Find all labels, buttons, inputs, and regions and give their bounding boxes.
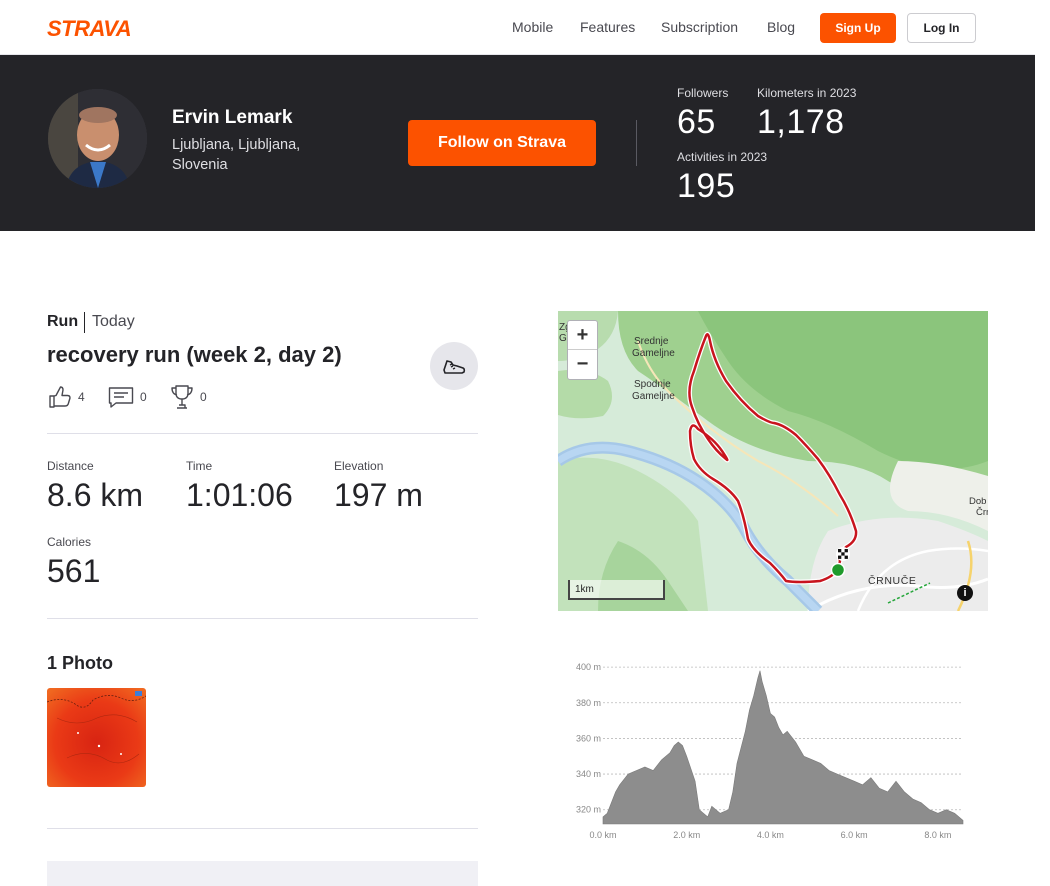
achievements-count: 0 (200, 390, 207, 404)
kudos-count: 4 (78, 390, 85, 404)
time-label: Time (186, 459, 213, 473)
elevation-label: Elevation (334, 459, 384, 473)
thumbs-up-icon (49, 386, 71, 408)
route-map[interactable]: Srednje Gameljne Spodnje Gameljne ČRNUČE… (558, 311, 988, 611)
activity-title: recovery run (week 2, day 2) (47, 342, 342, 367)
map-label-gameljne: Gameljne (632, 391, 675, 402)
map-label-srednje: Srednje (634, 336, 669, 347)
athlete-header: Ervin Lemark Ljubljana, Ljubljana, Slove… (0, 55, 1035, 231)
section-divider (47, 618, 478, 619)
elevation-value: 197 m (334, 477, 423, 513)
nav-link-subscription[interactable]: Subscription (661, 19, 738, 35)
followers-value: 65 (677, 103, 716, 141)
comments-box (47, 861, 478, 886)
map-label-spodnje: Spodnje (634, 379, 671, 390)
calories-value: 561 (47, 553, 101, 589)
comment-icon (108, 387, 134, 408)
activities-value: 195 (677, 167, 736, 205)
athlete-name[interactable]: Ervin Lemark (172, 107, 292, 129)
kilometers-value: 1,178 (757, 103, 845, 141)
achievements-control[interactable]: 0 (170, 384, 207, 410)
kudos-control[interactable]: 4 (48, 384, 85, 410)
strava-logo[interactable]: STRAVA (47, 17, 143, 39)
zoom-out-button[interactable]: − (568, 350, 597, 379)
nav-link-blog[interactable]: Blog (767, 19, 795, 35)
trophy-icon (171, 385, 193, 409)
comments-control[interactable]: 0 (108, 384, 147, 410)
x-tick-label: 8.0 km (924, 830, 951, 840)
activity-type-separator (84, 312, 85, 333)
activity-date: Today (92, 313, 135, 330)
activity-type: Run (47, 313, 79, 330)
calories-label: Calories (47, 535, 92, 549)
top-navigation: STRAVA Mobile Features Subscription Blog… (0, 0, 1035, 55)
header-divider (636, 120, 637, 166)
elevation-area (602, 670, 964, 825)
y-tick-label: 360 m (576, 733, 601, 743)
sign-up-button[interactable]: Sign Up (820, 13, 896, 43)
distance-label: Distance (47, 459, 94, 473)
kilometers-label: Kilometers in 2023 (757, 86, 857, 100)
elevation-chart[interactable]: 400 m 380 m 360 m 340 m 320 m 0.0 km 2.0 km 4.0… (558, 652, 988, 852)
x-tick-label: 4.0 km (757, 830, 784, 840)
time-value: 1:01:06 (186, 477, 293, 513)
x-tick-label: 2.0 km (673, 830, 700, 840)
nav-link-features[interactable]: Features (580, 19, 635, 35)
y-tick-label: 340 m (576, 769, 601, 779)
shoe-button[interactable] (430, 342, 478, 390)
info-icon[interactable]: i (957, 585, 973, 601)
photos-title: 1 Photo (47, 653, 113, 673)
running-shoe-icon (443, 360, 466, 374)
athlete-avatar[interactable] (48, 89, 147, 188)
nav-link-mobile[interactable]: Mobile (512, 19, 553, 35)
svg-text:STRAVA: STRAVA (47, 17, 131, 39)
followers-label: Followers (677, 86, 729, 100)
follow-button[interactable]: Follow on Strava (408, 120, 596, 166)
map-label-crnuce: ČRNUČE (868, 574, 917, 587)
section-divider (47, 828, 478, 829)
y-tick-label: 320 m (576, 805, 601, 815)
zoom-in-button[interactable]: + (568, 321, 597, 350)
activities-label: Activities in 2023 (677, 150, 768, 164)
distance-value: 8.6 km (47, 477, 144, 513)
log-in-button[interactable]: Log In (907, 13, 976, 43)
y-tick-label: 400 m (576, 662, 601, 672)
section-divider (47, 433, 478, 434)
map-label-dob: Dob (969, 496, 986, 507)
map-scale-bar: 1km (568, 580, 665, 600)
athlete-location: Ljubljana, Ljubljana, Slovenia (172, 137, 301, 173)
comments-count: 0 (140, 390, 147, 404)
map-label-gameljne: Gameljne (632, 348, 675, 359)
page: STRAVA Mobile Features Subscription Blog… (0, 0, 1035, 886)
x-tick-label: 0.0 km (589, 830, 616, 840)
map-zoom-control: + − (567, 320, 598, 380)
x-tick-label: 6.0 km (841, 830, 868, 840)
photo-thumbnail[interactable] (47, 688, 146, 787)
map-label-crn: Črn (976, 507, 988, 518)
y-tick-label: 380 m (576, 698, 601, 708)
